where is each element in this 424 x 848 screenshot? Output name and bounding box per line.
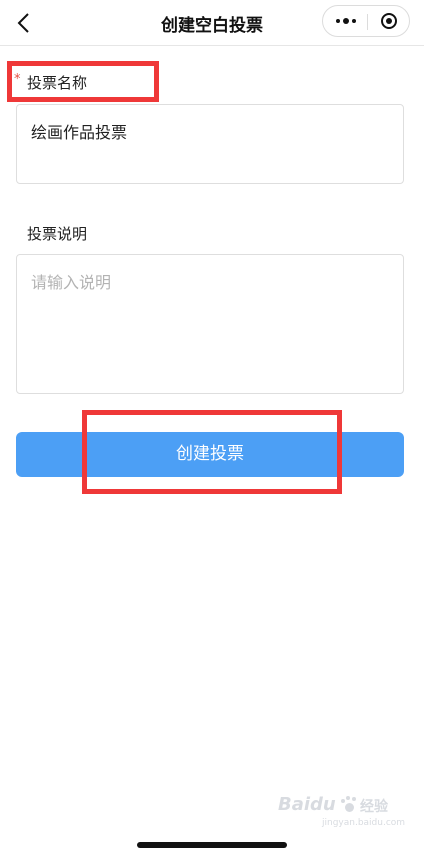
watermark-subtitle: 经验 [360, 799, 388, 815]
chevron-left-icon [17, 13, 29, 33]
watermark-logo: Baidu [278, 794, 336, 815]
home-indicator [137, 842, 287, 848]
back-button[interactable] [10, 8, 40, 38]
required-mark: * [14, 72, 21, 87]
paw-icon [340, 796, 358, 814]
baidu-jingyan-watermark: Baidu 经验 jingyan.baidu.com [278, 794, 408, 834]
more-dots-icon [343, 18, 349, 24]
vote-description-label: 投票说明 [27, 225, 88, 243]
close-button[interactable] [368, 6, 410, 36]
navigation-bar: 创建空白投票 [0, 0, 424, 46]
more-button[interactable] [323, 6, 367, 36]
vote-description-input[interactable]: 请输入说明 [16, 254, 404, 394]
vote-name-input[interactable]: 绘画作品投票 [16, 104, 404, 184]
vote-name-value: 绘画作品投票 [31, 123, 128, 142]
more-dots-icon [352, 19, 356, 23]
create-vote-button[interactable]: 创建投票 [16, 432, 404, 477]
vote-description-placeholder: 请输入说明 [31, 273, 112, 292]
more-dots-icon [336, 19, 340, 23]
target-circle-icon [381, 13, 397, 29]
vote-name-label: 投票名称 [27, 74, 88, 92]
watermark-url: jingyan.baidu.com [322, 818, 406, 828]
mini-program-capsule [322, 5, 410, 37]
